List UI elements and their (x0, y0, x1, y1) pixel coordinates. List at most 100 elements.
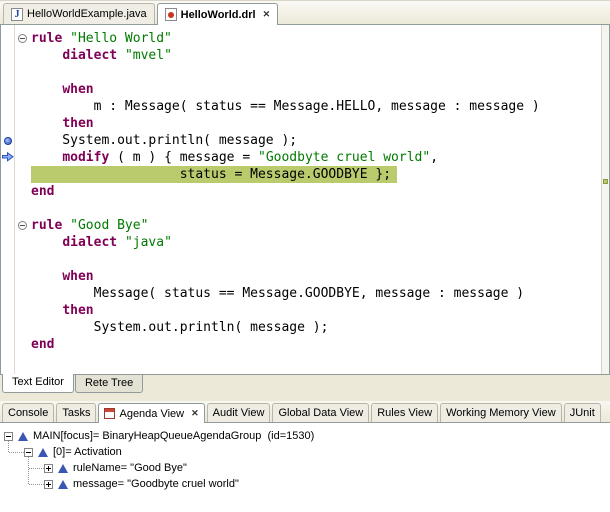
code-line: then (31, 302, 601, 319)
view-tab-tasks[interactable]: Tasks (56, 403, 96, 422)
drl-editor: rule "Hello World" dialect "mvel" when m… (0, 25, 610, 375)
sash-horizontal[interactable] (0, 394, 610, 401)
close-icon[interactable]: ✕ (191, 408, 199, 419)
tree-guide (28, 457, 29, 484)
code-line (31, 200, 601, 217)
tree-row[interactable]: ruleName= "Good Bye" (0, 460, 610, 476)
tree-guide (9, 452, 24, 453)
code-line: rule "Hello World" (31, 30, 601, 47)
view-tab-label: Working Memory View (446, 407, 556, 419)
editor-mode-tabs: Text EditorRete Tree (0, 375, 610, 394)
fold-row (15, 234, 30, 251)
code-line: end (31, 183, 601, 200)
view-tab-working-memory-view[interactable]: Working Memory View (440, 403, 562, 422)
fold-row (15, 200, 30, 217)
fold-row (15, 47, 30, 64)
overview-ruler[interactable] (601, 25, 609, 374)
close-icon[interactable]: ✕ (263, 9, 271, 20)
fold-row (15, 336, 30, 353)
annotation-row (1, 302, 14, 319)
code-line: then (31, 115, 601, 132)
annotation-row (1, 234, 14, 251)
code-line (31, 64, 601, 81)
view-tab-rules-view[interactable]: Rules View (371, 403, 438, 422)
annotation-row (1, 81, 14, 98)
annotation-row (1, 132, 14, 149)
fold-row (15, 81, 30, 98)
code-line (31, 251, 601, 268)
code-line: end (31, 336, 601, 353)
fold-row (15, 98, 30, 115)
view-tab-label: Global Data View (278, 407, 363, 419)
code-line: dialect "mvel" (31, 47, 601, 64)
java-file-icon: J (11, 8, 23, 21)
tree-guide (29, 468, 44, 469)
tree-item-label: [0]= Activation (53, 446, 122, 458)
view-tab-label: Agenda View (119, 408, 184, 420)
annotation-row (1, 30, 14, 47)
breakpoint-icon[interactable] (4, 137, 12, 145)
editor-tabbar: JHelloWorldExample.javaHelloWorld.drl✕ (0, 1, 610, 25)
fold-row (15, 149, 30, 166)
code-line: System.out.println( message ); (31, 319, 601, 336)
tree-item-label: MAIN[focus]= BinaryHeapQueueAgendaGroup … (33, 430, 314, 442)
view-tab-label: Tasks (62, 407, 90, 419)
fold-row (15, 319, 30, 336)
code-line: dialect "java" (31, 234, 601, 251)
tree-item-label: message= "Goodbyte cruel world" (73, 478, 239, 490)
annotation-row (1, 98, 14, 115)
editor-subtab-1[interactable]: Text Editor (2, 374, 74, 393)
fold-collapse-icon[interactable] (18, 34, 27, 43)
view-tab-global-data-view[interactable]: Global Data View (272, 403, 369, 422)
fold-row (15, 217, 30, 234)
annotation-row (1, 166, 14, 183)
overview-highlight-marker[interactable] (603, 179, 608, 184)
fold-row (15, 115, 30, 132)
activation-icon (58, 480, 68, 489)
editor-tab-2[interactable]: HelloWorld.drl✕ (157, 3, 279, 25)
view-tab-label: Audit View (213, 407, 265, 419)
tree-row[interactable]: [0]= Activation (0, 444, 610, 460)
editor-subtab-2[interactable]: Rete Tree (75, 375, 143, 393)
annotation-row (1, 217, 14, 234)
code-line: modify ( m ) { message = "Goodbyte cruel… (31, 149, 601, 166)
instruction-pointer-icon (2, 149, 14, 167)
drools-file-icon (165, 8, 177, 21)
annotation-row (1, 183, 14, 200)
view-tab-audit-view[interactable]: Audit View (207, 403, 271, 422)
activation-icon (58, 464, 68, 473)
agenda-tree: MAIN[focus]= BinaryHeapQueueAgendaGroup … (0, 423, 610, 512)
expand-icon[interactable] (44, 464, 53, 473)
folding-ruler (15, 25, 30, 374)
fold-row (15, 285, 30, 302)
tree-row[interactable]: MAIN[focus]= BinaryHeapQueueAgendaGroup … (0, 428, 610, 444)
code-area[interactable]: rule "Hello World" dialect "mvel" when m… (30, 25, 601, 374)
code-line: status = Message.GOODBYE }; (31, 166, 601, 183)
view-tab-label: Rules View (377, 407, 432, 419)
fold-row (15, 132, 30, 149)
fold-row (15, 183, 30, 200)
annotation-row (1, 47, 14, 64)
annotation-ruler[interactable] (1, 25, 15, 374)
editor-tab-1[interactable]: JHelloWorldExample.java (3, 3, 155, 24)
view-tab-label: JUnit (570, 407, 595, 419)
annotation-row (1, 149, 14, 166)
collapse-icon[interactable] (4, 432, 13, 441)
code-line: rule "Good Bye" (31, 217, 601, 234)
annotation-row (1, 200, 14, 217)
collapse-icon[interactable] (24, 448, 33, 457)
annotation-row (1, 115, 14, 132)
fold-collapse-icon[interactable] (18, 221, 27, 230)
activation-icon (38, 448, 48, 457)
annotation-row (1, 64, 14, 81)
expand-icon[interactable] (44, 480, 53, 489)
view-tab-junit[interactable]: JUnit (564, 403, 601, 422)
tree-guide (29, 484, 44, 485)
tree-row[interactable]: message= "Goodbyte cruel world" (0, 476, 610, 492)
view-tab-agenda-view[interactable]: Agenda View ✕ (98, 403, 204, 423)
eclipse-workbench: JHelloWorldExample.javaHelloWorld.drl✕ r… (0, 0, 610, 512)
code-line: when (31, 268, 601, 285)
fold-row (15, 251, 30, 268)
view-tab-console[interactable]: Console (2, 403, 54, 422)
fold-row (15, 30, 30, 47)
